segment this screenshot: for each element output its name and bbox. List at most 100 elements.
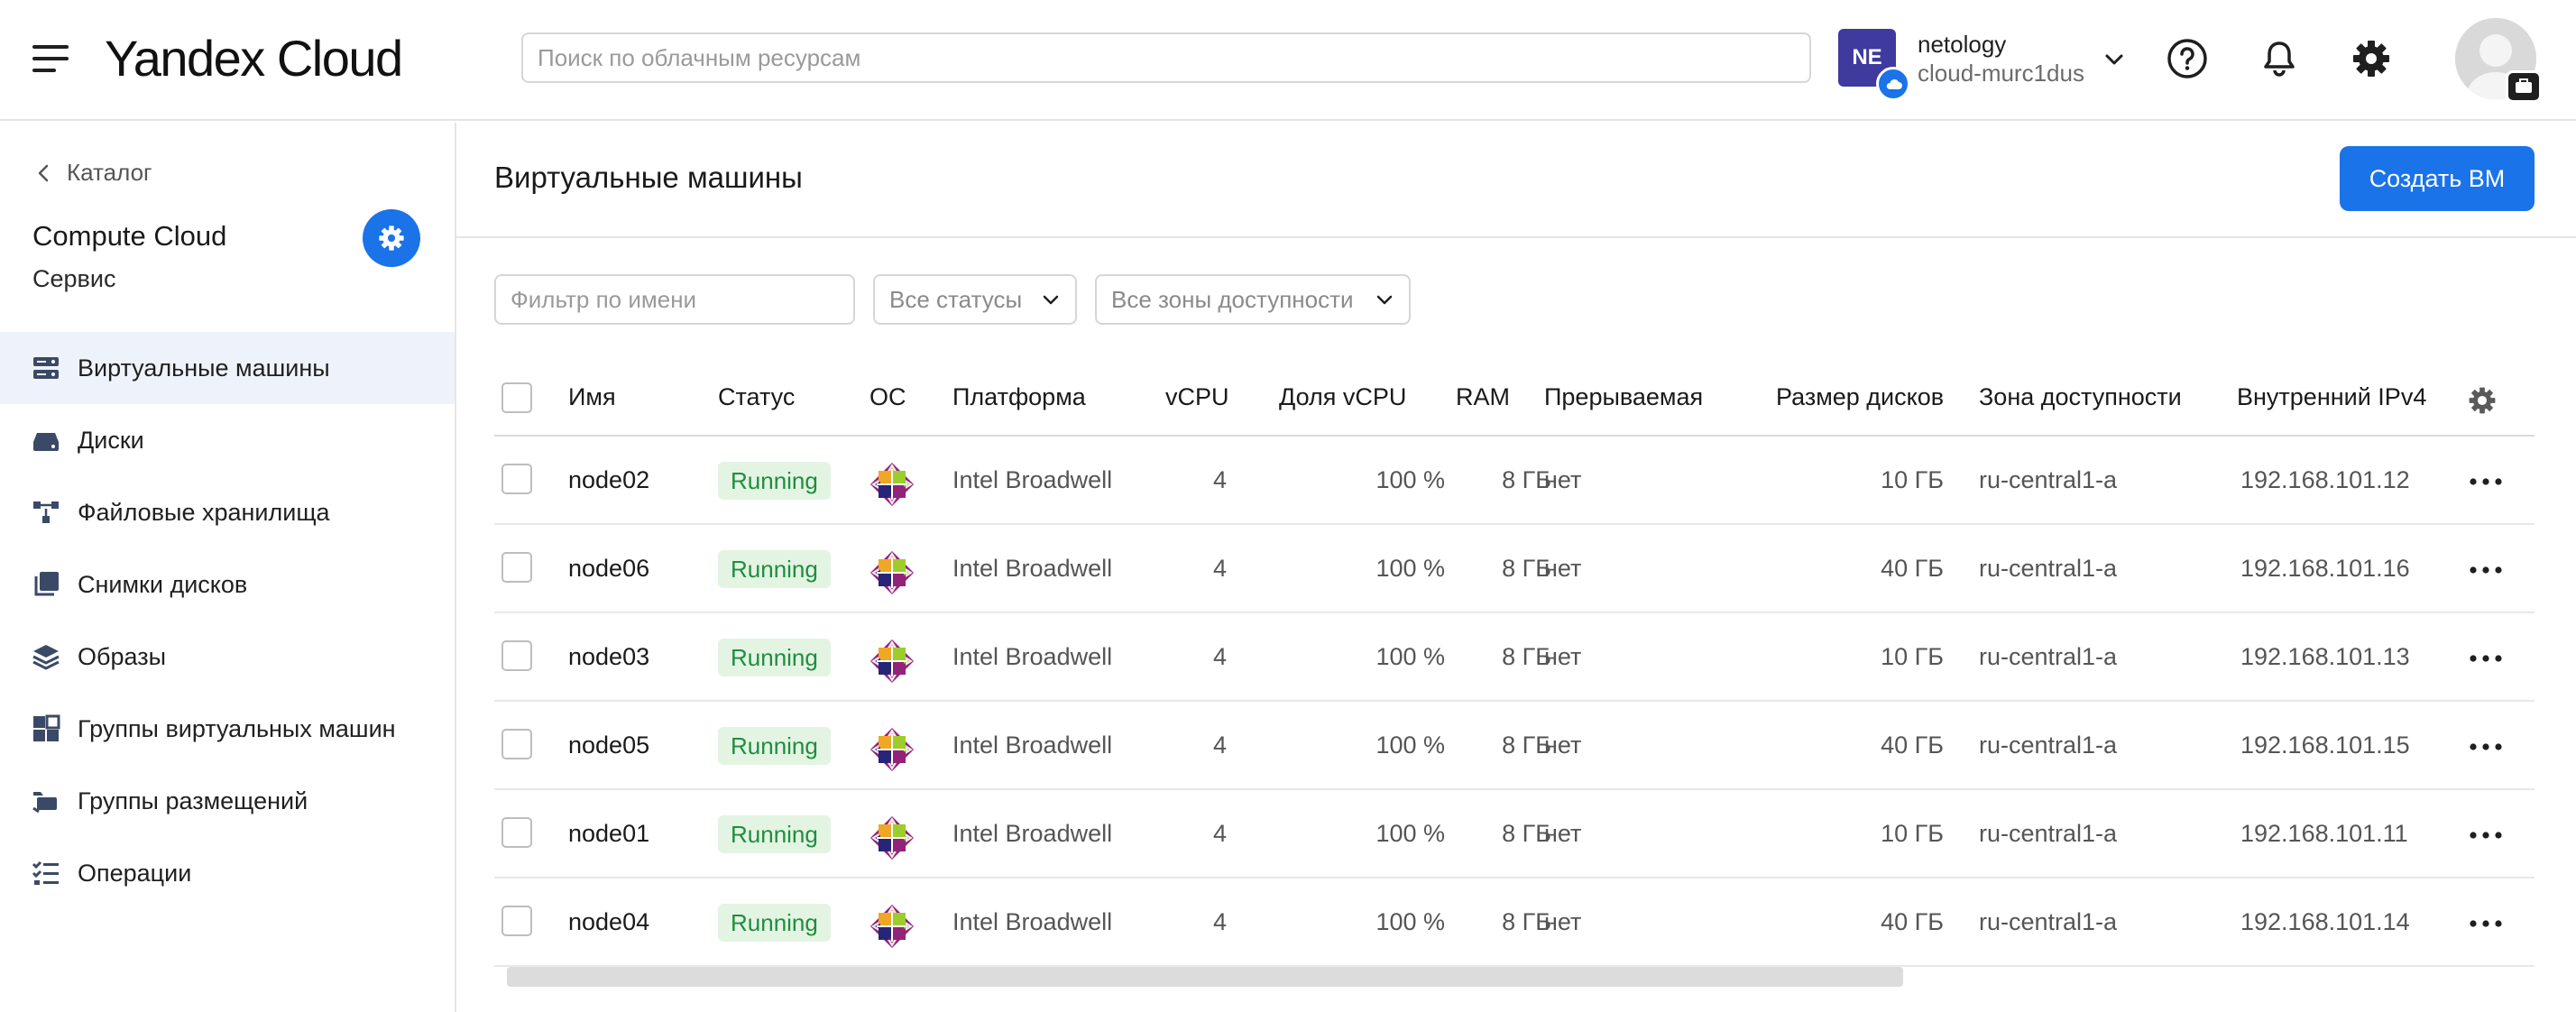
search-input[interactable]	[521, 32, 1811, 83]
table-row[interactable]: node01 Running Intel Broadwell 4 100 % 8…	[494, 790, 2535, 879]
row-checkbox[interactable]	[501, 817, 532, 848]
vm-vcpu: 4	[1212, 820, 1227, 847]
snapshot-icon	[31, 569, 61, 600]
yandex-cloud-logo[interactable]: Yandex Cloud	[105, 27, 403, 90]
row-checkbox[interactable]	[501, 464, 532, 494]
table-row[interactable]: node04 Running Intel Broadwell 4 100 % 8…	[494, 879, 2535, 967]
column-header-ipv4[interactable]: Внутренний IPv4	[2237, 364, 2426, 437]
sidebar-item-disk-snapshots[interactable]: Снимки дисков	[0, 548, 455, 621]
more-actions-icon[interactable]	[2466, 729, 2506, 765]
centos-icon	[869, 815, 915, 860]
chevron-left-icon	[38, 164, 49, 181]
row-checkbox[interactable]	[501, 552, 532, 583]
vm-disk-size: 40 ГБ	[1881, 908, 1944, 935]
table-row[interactable]: node06 Running Intel Broadwell 4 100 % 8…	[494, 525, 2535, 613]
vm-name[interactable]: node02	[568, 437, 649, 525]
sidebar-item-disks[interactable]: Диски	[0, 404, 455, 476]
help-icon[interactable]	[2165, 36, 2210, 81]
account-name[interactable]: netology	[1918, 31, 2006, 59]
back-to-catalog-link[interactable]: Каталог	[36, 159, 152, 187]
table-row[interactable]: node03 Running Intel Broadwell 4 100 % 8…	[494, 613, 2535, 702]
vm-name[interactable]: node03	[568, 613, 649, 702]
vm-platform: Intel Broadwell	[952, 555, 1113, 582]
service-subtitle: Сервис	[32, 265, 116, 292]
vm-ram: 8 ГБ	[1502, 820, 1551, 847]
vm-zone: ru-central1-a	[1979, 908, 2118, 935]
row-checkbox[interactable]	[501, 729, 532, 759]
column-header-os[interactable]: ОС	[869, 364, 906, 437]
vm-vcpu-share: 100 %	[1375, 643, 1445, 670]
sidebar-item-file-storage[interactable]: Файловые хранилища	[0, 476, 455, 548]
vm-disk-size: 40 ГБ	[1881, 731, 1944, 759]
sidebar-item-label: Файловые хранилища	[78, 498, 330, 526]
vm-vcpu-share: 100 %	[1375, 731, 1445, 759]
row-checkbox[interactable]	[501, 906, 532, 936]
chevron-down-icon[interactable]	[2102, 47, 2127, 72]
column-header-ram[interactable]: RAM	[1456, 364, 1510, 437]
name-filter-input[interactable]	[494, 274, 855, 325]
column-header-platform[interactable]: Платформа	[952, 364, 1086, 437]
vm-vcpu: 4	[1212, 908, 1227, 935]
vm-preemptible: нет	[1544, 643, 1582, 670]
disk-icon	[31, 425, 61, 455]
vm-preemptible: нет	[1544, 908, 1582, 935]
status-badge: Running	[718, 639, 831, 676]
chevron-down-icon	[1043, 295, 1059, 305]
cloud-name[interactable]: cloud-murc1dus	[1918, 60, 2084, 87]
sidebar-item-label: Группы размещений	[78, 787, 308, 814]
settings-gear-icon[interactable]	[2349, 36, 2394, 81]
sidebar-item-label: Диски	[78, 426, 144, 454]
table-row[interactable]: node02 Running Intel Broadwell 4 100 % 8…	[494, 437, 2535, 525]
more-actions-icon[interactable]	[2466, 906, 2506, 942]
column-header-preemptible[interactable]: Прерываемая	[1544, 364, 1703, 437]
more-actions-icon[interactable]	[2466, 464, 2506, 500]
column-header-disk-size[interactable]: Размер дисков	[1776, 364, 1944, 437]
centos-icon	[869, 462, 915, 507]
horizontal-scrollbar[interactable]	[507, 967, 1903, 987]
status-badge: Running	[718, 904, 831, 942]
column-header-zone[interactable]: Зона доступности	[1979, 364, 2182, 437]
page-title: Виртуальные машины	[494, 161, 803, 194]
column-header-vcpu-share[interactable]: Доля vCPU	[1279, 364, 1406, 437]
sidebar-item-vm-groups[interactable]: Группы виртуальных машин	[0, 693, 455, 765]
more-actions-icon[interactable]	[2466, 817, 2506, 853]
column-header-status[interactable]: Статус	[718, 364, 795, 437]
vm-ipv4: 192.168.101.15	[2240, 731, 2410, 759]
sidebar-item-images[interactable]: Образы	[0, 621, 455, 693]
vm-group-icon	[31, 713, 61, 744]
table-header: Имя Статус ОС Платформа vCPU Доля vCPU R…	[494, 364, 2535, 437]
service-settings-button[interactable]	[363, 209, 420, 267]
column-header-name[interactable]: Имя	[568, 364, 616, 437]
vm-preemptible: нет	[1544, 466, 1582, 493]
vm-name[interactable]: node04	[568, 879, 649, 967]
vm-vcpu: 4	[1212, 643, 1227, 670]
zone-filter-select[interactable]: Все зоны доступности	[1095, 274, 1411, 325]
bell-icon[interactable]	[2257, 36, 2302, 81]
status-filter-select[interactable]: Все статусы	[873, 274, 1077, 325]
table-row[interactable]: node05 Running Intel Broadwell 4 100 % 8…	[494, 702, 2535, 790]
vm-disk-size: 10 ГБ	[1881, 466, 1944, 493]
zone-filter-value: Все зоны доступности	[1111, 285, 1354, 313]
select-all-checkbox[interactable]	[501, 382, 532, 413]
vm-name[interactable]: node01	[568, 790, 649, 879]
more-actions-icon[interactable]	[2466, 552, 2506, 588]
vm-name[interactable]: node06	[568, 525, 649, 613]
row-checkbox[interactable]	[501, 640, 532, 671]
column-header-vcpu[interactable]: vCPU	[1165, 364, 1229, 437]
server-icon	[31, 353, 61, 383]
sidebar-item-label: Группы виртуальных машин	[78, 714, 396, 742]
vm-ram: 8 ГБ	[1502, 466, 1551, 493]
vm-platform: Intel Broadwell	[952, 643, 1113, 670]
sidebar-item-label: Снимки дисков	[78, 570, 248, 598]
sidebar-item-placement-groups[interactable]: Группы размещений	[0, 765, 455, 837]
table-settings-gear-icon[interactable]	[2466, 384, 2498, 417]
sidebar-item-virtual-machines[interactable]: Виртуальные машины	[0, 332, 455, 404]
menu-burger-icon[interactable]	[32, 45, 69, 72]
sidebar-item-operations[interactable]: Операции	[0, 837, 455, 909]
vm-zone: ru-central1-a	[1979, 731, 2118, 759]
vm-ipv4: 192.168.101.12	[2240, 466, 2410, 493]
create-vm-button[interactable]: Создать ВМ	[2340, 146, 2535, 211]
more-actions-icon[interactable]	[2466, 640, 2506, 676]
top-header: Yandex Cloud NE netology cloud-murc1dus	[0, 0, 2576, 121]
vm-name[interactable]: node05	[568, 702, 649, 790]
